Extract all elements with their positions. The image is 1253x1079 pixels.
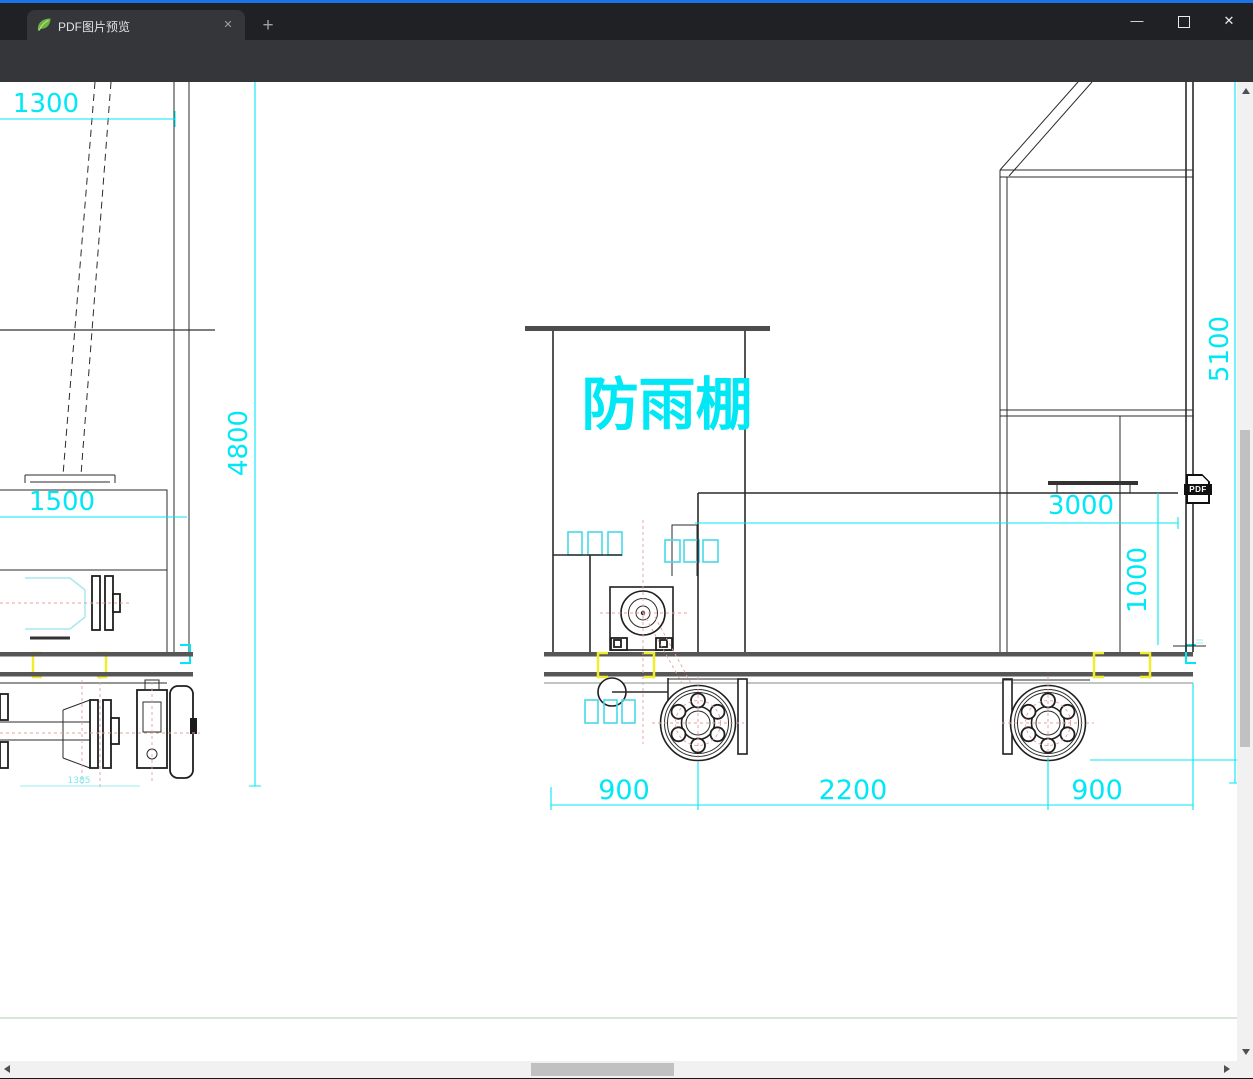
dim-900-left: 900	[598, 775, 650, 806]
dim-900-right: 900	[1071, 775, 1123, 806]
front-wheel	[652, 677, 748, 769]
cad-drawing: 防雨棚 1300 4800 1500 1385 3000 1000 5100 9…	[0, 82, 1237, 810]
vertical-scrollbar-thumb[interactable]	[1240, 430, 1250, 747]
wheel-side-view	[169, 685, 197, 779]
page-fold-icon	[1202, 474, 1210, 482]
horizontal-scrollbar-thumb[interactable]	[531, 1063, 674, 1076]
dim-2200: 2200	[819, 775, 888, 806]
pdf-label: PDF	[1184, 484, 1212, 495]
close-window-button[interactable]: ✕	[1206, 6, 1252, 36]
scroll-right-icon[interactable]	[1224, 1065, 1230, 1073]
scroll-up-icon[interactable]	[1242, 88, 1250, 94]
cab-view: 防雨棚	[525, 326, 770, 744]
motor-outline	[25, 577, 86, 630]
deck	[0, 644, 1196, 684]
tab-title: PDF图片预览	[58, 20, 131, 34]
dim-3000: 3000	[1048, 491, 1114, 521]
tab-bar: PDF图片预览 ✕ + — ✕	[0, 3, 1253, 40]
page-separator	[0, 1017, 1237, 1019]
maximize-button[interactable]	[1161, 6, 1207, 36]
dim-4800: 4800	[224, 410, 254, 476]
maximize-icon	[1178, 16, 1190, 28]
hoist-motor	[609, 586, 674, 651]
left-view	[0, 82, 215, 788]
minimize-button[interactable]: —	[1114, 6, 1160, 36]
tab-close-icon[interactable]: ✕	[220, 17, 236, 33]
browser-toolbar: ← → ⌂ i localhost:8012/onlinePreview?url…	[0, 40, 1253, 117]
spring-leaf-favicon	[36, 17, 52, 33]
scroll-down-icon[interactable]	[1242, 1049, 1250, 1055]
tab-pdf-preview[interactable]: PDF图片预览 ✕	[27, 10, 245, 40]
scroll-left-icon[interactable]	[4, 1065, 10, 1073]
browser-window: PDF图片预览 ✕ + — ✕ ← → ⌂ i localhost:8012/o…	[0, 0, 1253, 1079]
pdf-download-icon[interactable]: PDF	[1184, 474, 1212, 504]
rear-wheel	[1002, 677, 1094, 769]
dim-1300: 1300	[13, 89, 79, 119]
dim-1000: 1000	[1123, 547, 1153, 613]
dim-5100: 5100	[1205, 316, 1235, 382]
canopy-label: 防雨棚	[582, 372, 753, 438]
dim-1500: 1500	[29, 487, 95, 517]
preview-page: 防雨棚 1300 4800 1500 1385 3000 1000 5100 9…	[0, 82, 1253, 1079]
dim-1385: 1385	[68, 776, 91, 786]
new-tab-button[interactable]: +	[256, 15, 280, 39]
